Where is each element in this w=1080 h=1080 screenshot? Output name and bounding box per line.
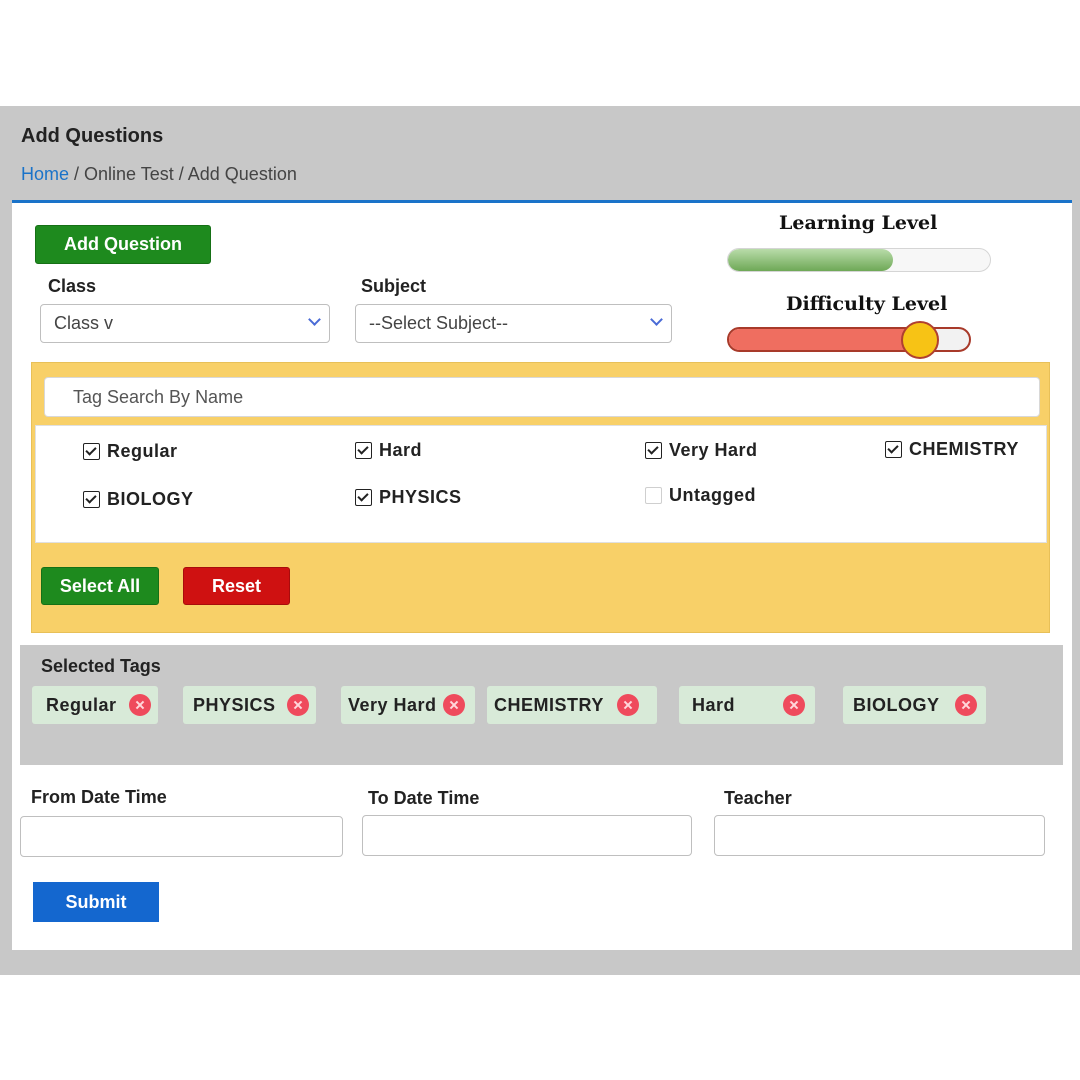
submit-button[interactable]: Submit — [33, 882, 159, 922]
chip-label: Hard — [692, 694, 736, 715]
learning-level-label: Learning Level — [779, 212, 938, 234]
subject-label: Subject — [361, 276, 427, 296]
close-circle-icon[interactable] — [129, 694, 151, 716]
selected-tag-chip: CHEMISTRY — [487, 686, 657, 724]
checkbox-icon — [645, 487, 662, 504]
checkbox-icon — [83, 443, 100, 460]
subject-select-value: --Select Subject-- — [369, 313, 509, 333]
tag-checkbox-untagged[interactable]: Untagged — [645, 485, 756, 506]
learning-level-fill — [728, 249, 894, 271]
tag-checkbox-label: CHEMISTRY — [909, 439, 1019, 459]
tag-checkbox-label: PHYSICS — [379, 487, 462, 507]
tag-checkbox-label: Regular — [107, 441, 178, 461]
tag-checkbox-label: BIOLOGY — [107, 489, 194, 509]
chip-label: CHEMISTRY — [494, 694, 604, 715]
select-all-button[interactable]: Select All — [41, 567, 159, 605]
difficulty-slider-handle[interactable] — [900, 321, 939, 359]
chip-label: BIOLOGY — [853, 694, 940, 715]
tag-checkbox-label: Very Hard — [669, 440, 758, 460]
tag-checkbox-regular[interactable]: Regular — [83, 441, 178, 462]
chevron-down-icon — [308, 313, 321, 326]
checkbox-icon — [355, 489, 372, 506]
page-title: Add Questions — [21, 125, 164, 147]
checkbox-icon — [355, 442, 372, 459]
checkbox-icon — [885, 441, 902, 458]
selected-tag-chip: PHYSICS — [183, 686, 316, 724]
selected-tag-chip: Regular — [32, 686, 158, 724]
tag-search-input[interactable] — [44, 377, 1040, 417]
checkbox-icon — [83, 491, 100, 508]
teacher-input[interactable] — [714, 815, 1045, 856]
breadcrumb-separator: / — [173, 164, 188, 184]
selected-tags-title: Selected Tags — [41, 656, 161, 676]
tag-checkbox-chemistry[interactable]: CHEMISTRY — [885, 439, 1019, 460]
add-question-button[interactable]: Add Question — [35, 225, 211, 264]
subject-select[interactable]: --Select Subject-- — [355, 304, 672, 343]
tag-checkbox-hard[interactable]: Hard — [355, 440, 422, 461]
to-date-time-input[interactable] — [362, 815, 692, 856]
breadcrumb-home-link[interactable]: Home — [21, 164, 69, 184]
close-circle-icon[interactable] — [783, 694, 805, 716]
to-date-time-label: To Date Time — [368, 788, 480, 808]
chip-label: Regular — [46, 694, 117, 715]
teacher-label: Teacher — [724, 788, 792, 808]
tag-checkbox-label: Untagged — [669, 485, 756, 505]
close-circle-icon[interactable] — [617, 694, 639, 716]
tag-checkbox-physics[interactable]: PHYSICS — [355, 487, 462, 508]
close-circle-icon[interactable] — [955, 694, 977, 716]
learning-level-bar — [727, 248, 991, 272]
breadcrumb: Home / Online Test / Add Question — [21, 164, 297, 185]
tag-checkbox-very-hard[interactable]: Very Hard — [645, 440, 758, 461]
chip-label: PHYSICS — [193, 694, 276, 715]
reset-button[interactable]: Reset — [183, 567, 290, 605]
tag-checkbox-label: Hard — [379, 440, 423, 460]
tag-checkbox-biology[interactable]: BIOLOGY — [83, 489, 194, 510]
class-label: Class — [48, 276, 97, 296]
selected-tag-chip: Very Hard — [341, 686, 475, 724]
close-circle-icon[interactable] — [287, 694, 309, 716]
selected-tag-chip: BIOLOGY — [843, 686, 986, 724]
breadcrumb-current: Add Question — [187, 164, 297, 184]
close-circle-icon[interactable] — [443, 694, 465, 716]
breadcrumb-online-test[interactable]: Online Test — [84, 164, 174, 184]
class-select[interactable]: Class v — [40, 304, 330, 343]
class-select-value: Class v — [54, 313, 114, 333]
from-date-time-label: From Date Time — [31, 787, 167, 807]
chip-label: Very Hard — [348, 694, 437, 715]
breadcrumb-separator: / — [69, 164, 85, 184]
chevron-down-icon — [650, 313, 663, 326]
checkbox-icon — [645, 442, 662, 459]
selected-tag-chip: Hard — [679, 686, 815, 724]
difficulty-level-label: Difficulty Level — [786, 293, 948, 315]
from-date-time-input[interactable] — [20, 816, 343, 857]
difficulty-level-fill — [729, 329, 919, 350]
